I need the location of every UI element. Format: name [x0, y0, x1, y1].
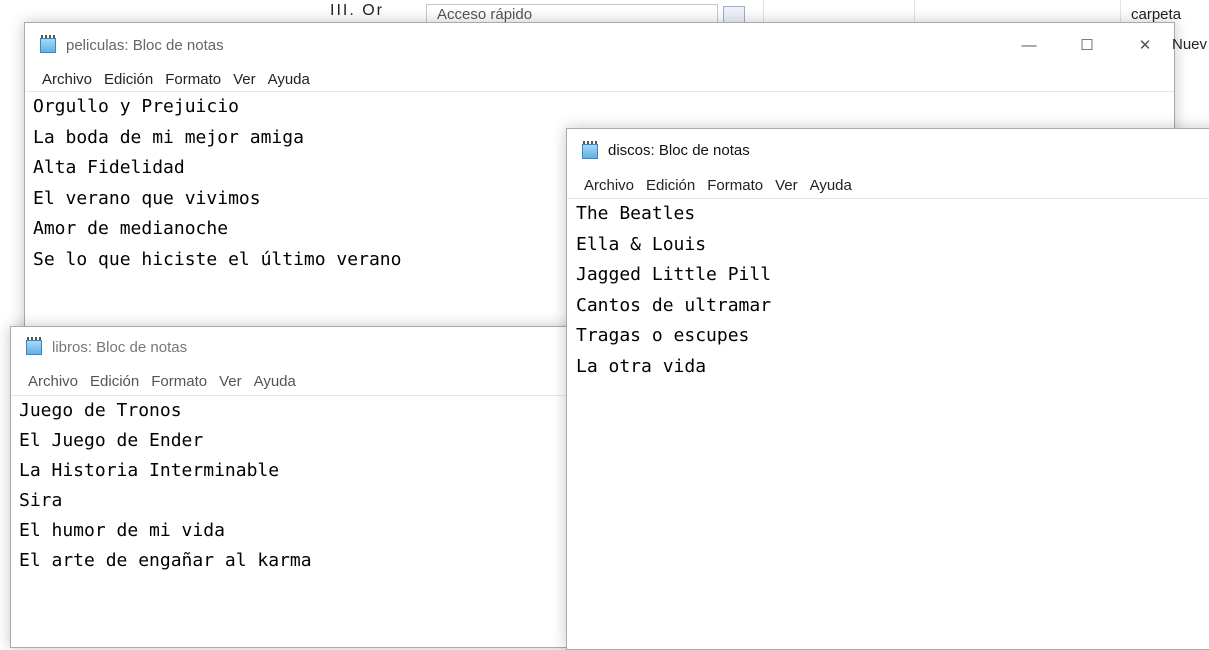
- text-line: Jagged Little Pill: [576, 264, 772, 285]
- new-folder-label[interactable]: carpeta: [1131, 6, 1181, 23]
- close-button[interactable]: ✕: [1116, 23, 1174, 67]
- menu-archivo[interactable]: Archivo: [578, 177, 640, 194]
- text-line: La Historia Interminable: [19, 460, 280, 481]
- text-line: Orgullo y Prejuicio: [33, 96, 239, 117]
- menu-bar: Archivo Edición Formato Ver Ayuda: [25, 67, 1174, 91]
- text-line: The Beatles: [576, 203, 696, 224]
- menu-ayuda[interactable]: Ayuda: [804, 177, 858, 194]
- window-title: peliculas: Bloc de notas: [66, 36, 224, 54]
- text-line: Juego de Tronos: [19, 400, 182, 421]
- text-line: La otra vida: [576, 355, 707, 377]
- notepad-window-libros[interactable]: libros: Bloc de notas Archivo Edición Fo…: [10, 326, 592, 648]
- menu-formato[interactable]: Formato: [701, 177, 769, 194]
- menu-ver[interactable]: Ver: [213, 373, 248, 390]
- minimize-button[interactable]: —: [1000, 23, 1058, 67]
- menu-archivo[interactable]: Archivo: [36, 71, 98, 88]
- text-line: Sira: [19, 490, 63, 511]
- text-line: Tragas o escupes: [576, 325, 750, 346]
- menu-archivo[interactable]: Archivo: [22, 373, 84, 390]
- menu-bar: Archivo Edición Formato Ver Ayuda: [11, 367, 591, 395]
- text-editor[interactable]: The Beatles Ella & Louis Jagged Little P…: [567, 198, 1209, 382]
- background-text: III. Or: [330, 2, 384, 19]
- menu-ver[interactable]: Ver: [227, 71, 262, 88]
- menu-edicion[interactable]: Edición: [98, 71, 159, 88]
- text-line: El arte de engañar al karma: [19, 550, 312, 571]
- menu-ver[interactable]: Ver: [769, 177, 804, 194]
- notepad-window-discos[interactable]: discos: Bloc de notas Archivo Edición Fo…: [566, 128, 1209, 650]
- text-editor[interactable]: Juego de Tronos El Juego de Ender La His…: [11, 395, 591, 576]
- maximize-button[interactable]: ☐: [1058, 23, 1116, 67]
- title-bar[interactable]: libros: Bloc de notas: [11, 327, 591, 367]
- menu-formato[interactable]: Formato: [159, 71, 227, 88]
- text-line: Cantos de ultramar: [576, 294, 772, 316]
- notepad-icon: [580, 140, 600, 161]
- notepad-icon: [38, 35, 58, 55]
- menu-bar: Archivo Edición Formato Ver Ayuda: [567, 172, 1209, 198]
- menu-formato[interactable]: Formato: [145, 373, 213, 390]
- title-bar[interactable]: discos: Bloc de notas: [567, 129, 1209, 172]
- text-line: El Juego de Ender: [19, 430, 204, 451]
- text-line: El humor de mi vida: [19, 520, 225, 541]
- menu-edicion[interactable]: Edición: [84, 373, 145, 390]
- menu-ayuda[interactable]: Ayuda: [248, 373, 302, 390]
- text-line: Ella & Louis: [576, 233, 707, 255]
- menu-edicion[interactable]: Edición: [640, 177, 701, 194]
- window-title: libros: Bloc de notas: [52, 338, 188, 356]
- title-bar[interactable]: peliculas: Bloc de notas — ☐ ✕: [25, 23, 1174, 67]
- new-item-label[interactable]: Nuev: [1172, 36, 1207, 53]
- window-title: discos: Bloc de notas: [608, 142, 750, 159]
- menu-ayuda[interactable]: Ayuda: [262, 71, 316, 88]
- notepad-icon: [24, 337, 44, 357]
